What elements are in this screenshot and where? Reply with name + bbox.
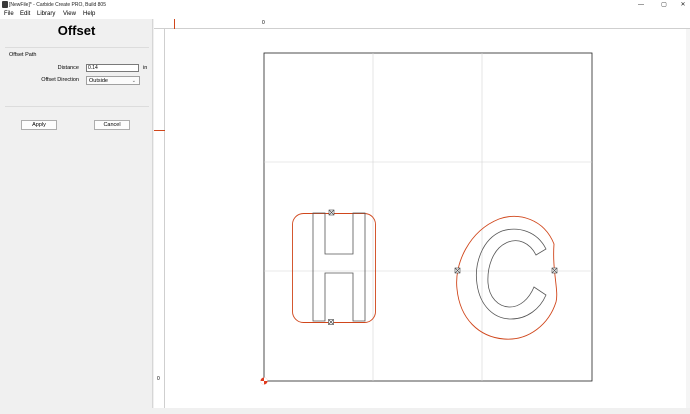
distance-unit: in <box>143 65 148 71</box>
menu-file[interactable]: File <box>4 10 14 19</box>
origin-marker-icon <box>260 377 268 385</box>
distance-label: Distance <box>57 65 79 71</box>
menu-edit[interactable]: Edit <box>20 10 30 19</box>
design-workspace[interactable]: 0 0 <box>154 19 690 408</box>
offset-panel: Offset Offset Path Distance in Offset Di… <box>0 19 153 408</box>
close-icon[interactable]: ✕ <box>676 0 690 10</box>
panel-title: Offset <box>57 23 96 38</box>
chevron-down-icon: ⌄ <box>131 78 136 84</box>
design-canvas[interactable] <box>154 19 690 408</box>
minimize-icon[interactable]: — <box>634 0 648 10</box>
apply-button[interactable]: Apply <box>21 120 57 130</box>
menu-help[interactable]: Help <box>83 10 95 19</box>
menu-view[interactable]: View <box>63 10 76 19</box>
vertical-scrollbar[interactable] <box>686 29 690 408</box>
direction-label: Offset Direction <box>41 77 79 83</box>
window-title: [NewFile]* - Carbide Create PRO, Build 8… <box>9 2 106 8</box>
cancel-button[interactable]: Cancel <box>94 120 130 130</box>
section-label: Offset Path <box>9 52 37 58</box>
title-bar: [NewFile]* - Carbide Create PRO, Build 8… <box>0 0 690 10</box>
app-icon <box>2 1 8 8</box>
status-bar <box>0 408 690 414</box>
menu-library[interactable]: Library <box>37 10 55 19</box>
menu-bar: File Edit Library View Help <box>0 10 690 19</box>
direction-select[interactable]: Outside ⌄ <box>86 76 140 85</box>
direction-value: Outside <box>89 78 108 84</box>
offset-path-section: Offset Path Distance in Offset Direction… <box>5 47 149 107</box>
maximize-icon[interactable]: ▢ <box>657 0 671 10</box>
distance-input[interactable] <box>86 64 139 72</box>
